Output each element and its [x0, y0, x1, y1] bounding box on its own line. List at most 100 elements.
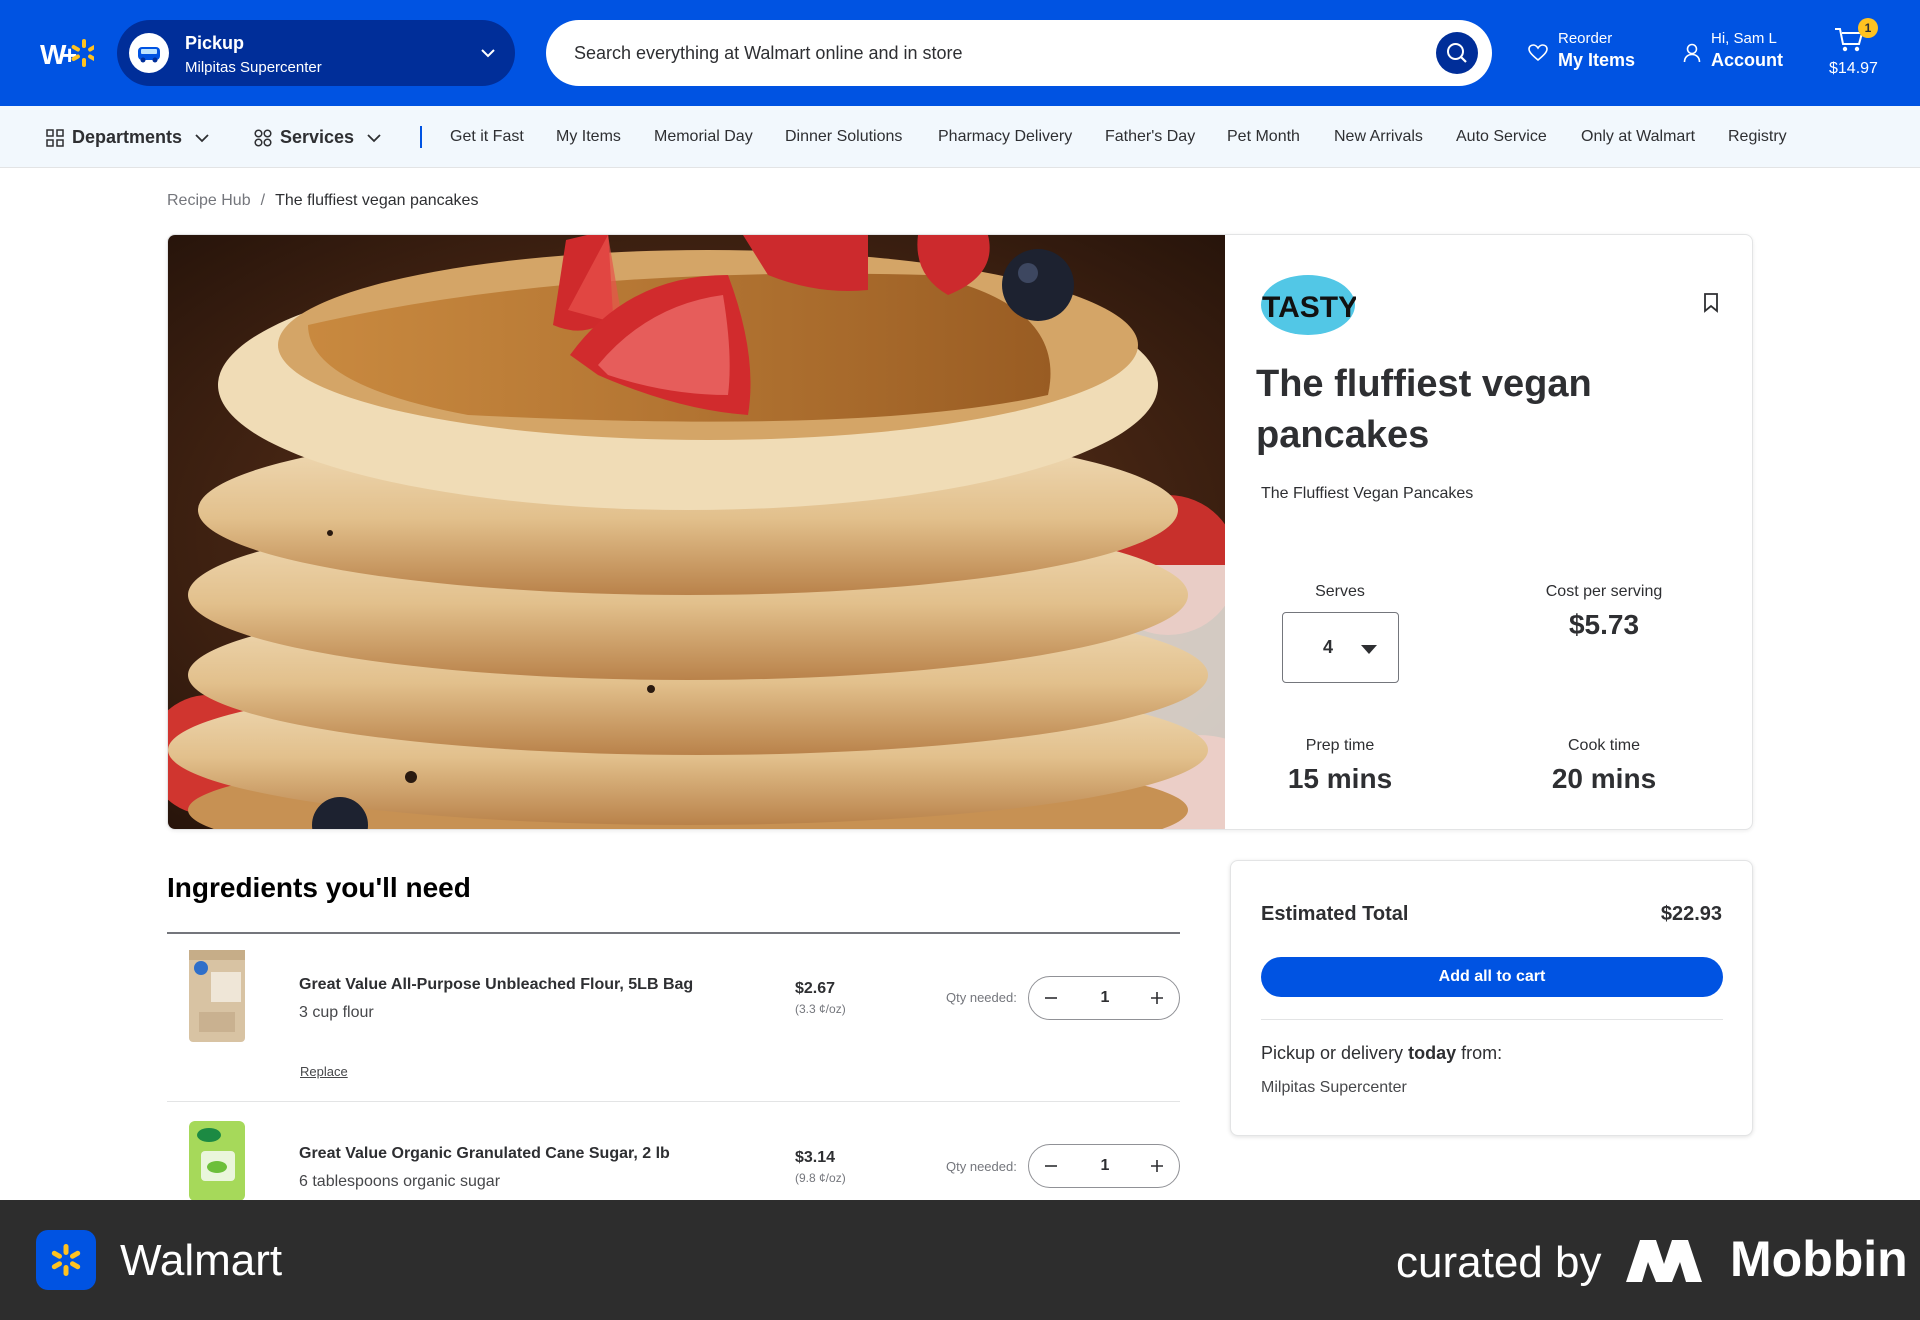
search-icon: [1447, 43, 1467, 63]
nav-link-only-at-walmart[interactable]: Only at Walmart: [1581, 106, 1695, 168]
pickup-suffix: from:: [1461, 1043, 1503, 1063]
nav-divider: [420, 126, 422, 148]
ingredients-heading: Ingredients you'll need: [167, 872, 471, 903]
ingredient-unit-price: (3.3 ¢/oz): [795, 1002, 846, 1016]
replace-link[interactable]: Replace: [300, 1064, 348, 1079]
footer-bar: Walmart curated by Mobbin: [0, 1200, 1920, 1320]
plus-icon: [1151, 1160, 1163, 1172]
chevron-down-icon: [195, 134, 209, 143]
breadcrumb-current: The fluffiest vegan pancakes: [275, 192, 479, 209]
serves-label: Serves: [1315, 583, 1365, 600]
pickup-store-name: Milpitas Supercenter: [185, 59, 322, 76]
nav-link-memorial-day[interactable]: Memorial Day: [654, 106, 753, 168]
cart-button[interactable]: 1 $14.97: [1824, 18, 1894, 84]
minus-icon: [1045, 1165, 1057, 1167]
pickup-availability-text: Pickup or delivery today from:: [1261, 1043, 1502, 1064]
quantity-stepper: 1: [1028, 976, 1180, 1020]
nav-link-pet-month[interactable]: Pet Month: [1227, 106, 1300, 168]
services-icon: [254, 129, 272, 147]
walmart-logo-icon[interactable]: W +: [38, 30, 94, 76]
nav-link-registry[interactable]: Registry: [1728, 106, 1787, 168]
serves-value: 4: [1323, 637, 1334, 657]
account-link[interactable]: Hi, Sam L Account: [1683, 30, 1793, 78]
qty-needed-label: Qty needed:: [946, 990, 1017, 1005]
decrease-quantity-button[interactable]: [1029, 977, 1073, 1019]
recipe-subtitle: The Fluffiest Vegan Pancakes: [1261, 485, 1474, 502]
departments-menu[interactable]: Departments: [46, 106, 210, 168]
user-icon: [1683, 43, 1701, 63]
ingredient-name[interactable]: Great Value Organic Granulated Cane Suga…: [299, 1145, 670, 1163]
svg-text:+: +: [62, 40, 77, 70]
breadcrumb-recipe-hub[interactable]: Recipe Hub: [167, 192, 251, 209]
prep-time-value: 15 mins: [1287, 763, 1393, 794]
estimated-total-value: $22.93: [1660, 903, 1722, 925]
ingredient-note: 6 tablespoons organic sugar: [299, 1173, 501, 1190]
recipe-title: The fluffiest vegan pancakes: [1256, 363, 1592, 456]
ingredient-unit-price: (9.8 ¢/oz): [795, 1171, 846, 1185]
cook-time-value: 20 mins: [1551, 763, 1657, 794]
add-all-to-cart-button[interactable]: Add all to cart: [1261, 957, 1723, 997]
grid-icon: [46, 129, 64, 147]
plus-icon: [1151, 992, 1163, 1004]
heart-icon: [1528, 44, 1548, 62]
nav-link-pharmacy-delivery[interactable]: Pharmacy Delivery: [938, 106, 1072, 168]
services-menu[interactable]: Services: [254, 106, 382, 168]
walmart-app-icon: [36, 1230, 96, 1290]
ingredient-row: Great Value Organic Granulated Cane Suga…: [167, 1103, 1180, 1203]
mobbin-logo-icon: [1626, 1240, 1702, 1282]
walmart-spark-icon: [51, 1244, 81, 1276]
bookmark-icon[interactable]: [1703, 293, 1719, 313]
cook-time-label: Cook time: [1567, 737, 1641, 754]
estimated-total-label: Estimated Total: [1261, 903, 1409, 925]
increase-quantity-button[interactable]: [1135, 977, 1179, 1019]
pickup-label: Pickup: [185, 33, 245, 53]
footer-app-name: Walmart: [120, 1236, 283, 1285]
nav-link-dinner-solutions[interactable]: Dinner Solutions: [785, 106, 902, 168]
nav-link-fathers-day[interactable]: Father's Day: [1105, 106, 1195, 168]
breadcrumb: Recipe Hub / The fluffiest vegan pancakes: [167, 192, 478, 210]
pickup-car-icon: [129, 33, 169, 73]
cost-per-serving-label: Cost per serving: [1545, 583, 1663, 600]
caret-down-icon: [1361, 645, 1377, 654]
nav-link-my-items[interactable]: My Items: [556, 106, 621, 168]
secondary-nav: Departments Services Get it Fast My Item…: [0, 106, 1920, 168]
search-button[interactable]: [1436, 32, 1478, 74]
reorder-line2: My Items: [1558, 50, 1636, 70]
nav-link-new-arrivals[interactable]: New Arrivals: [1334, 106, 1423, 168]
search-bar: [546, 20, 1492, 86]
ingredient-price: $2.67: [795, 980, 836, 997]
quantity-stepper: 1: [1028, 1144, 1180, 1188]
quantity-value[interactable]: 1: [1073, 989, 1137, 1007]
serves-dropdown[interactable]: 4: [1282, 612, 1399, 683]
search-input[interactable]: [574, 34, 1404, 72]
cart-count-badge: 1: [1858, 18, 1878, 38]
sugar-bag-image: [189, 1121, 245, 1201]
flour-bag-image: [189, 950, 245, 1042]
breadcrumb-separator: /: [260, 192, 266, 209]
ingredient-row: Great Value All-Purpose Unbleached Flour…: [167, 934, 1180, 1102]
recipe-info-panel: TASTY The fluffiest vegan pancakes The F…: [1225, 235, 1752, 829]
chevron-down-icon: [367, 134, 381, 143]
account-greeting: Hi, Sam L: [1711, 30, 1777, 47]
estimated-total-card: Estimated Total $22.93 Add all to cart P…: [1230, 860, 1753, 1136]
nav-link-get-it-fast[interactable]: Get it Fast: [450, 106, 524, 168]
increase-quantity-button[interactable]: [1135, 1145, 1179, 1187]
nav-link-auto-service[interactable]: Auto Service: [1456, 106, 1547, 168]
decrease-quantity-button[interactable]: [1029, 1145, 1073, 1187]
minus-icon: [1045, 997, 1057, 999]
pickup-store-name: Milpitas Supercenter: [1261, 1079, 1407, 1096]
services-label: Services: [280, 127, 355, 147]
reorder-my-items-link[interactable]: Reorder My Items: [1528, 30, 1648, 78]
card-divider: [1261, 1019, 1723, 1020]
tasty-logo-text: TASTY: [1262, 291, 1356, 324]
departments-label: Departments: [72, 127, 183, 147]
ingredient-note: 3 cup flour: [299, 1004, 374, 1021]
pickup-today: today: [1408, 1043, 1457, 1063]
quantity-value[interactable]: 1: [1073, 1157, 1137, 1175]
cost-per-serving-value: $5.73: [1568, 609, 1640, 640]
prep-time-label: Prep time: [1305, 737, 1375, 754]
pickup-store-selector[interactable]: Pickup Milpitas Supercenter: [117, 20, 515, 86]
account-label: Account: [1711, 50, 1783, 70]
recipe-hero-card: TASTY The fluffiest vegan pancakes The F…: [167, 234, 1753, 830]
ingredient-name[interactable]: Great Value All-Purpose Unbleached Flour…: [299, 976, 693, 994]
